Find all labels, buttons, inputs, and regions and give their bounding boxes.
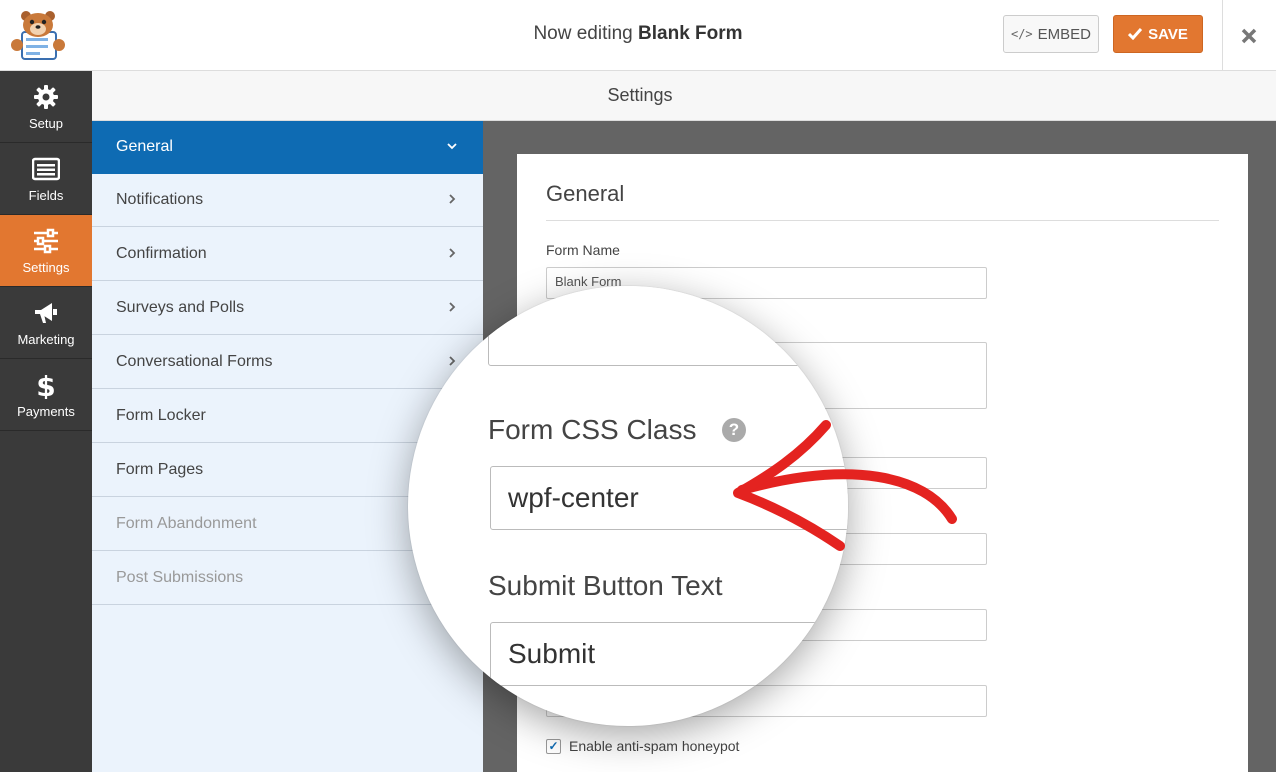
sliders-icon <box>34 228 58 254</box>
megaphone-icon <box>35 303 57 323</box>
honeypot-option: ✓ Enable anti-spam honeypot <box>546 737 739 755</box>
panel-item-general[interactable]: General <box>92 121 483 174</box>
code-icon: </> <box>1010 27 1033 41</box>
sidebar-item-setup[interactable]: Setup <box>0 71 92 143</box>
panel-item-confirmation[interactable]: Confirmation <box>92 228 483 281</box>
top-header: Now editing Blank Form </> EMBED SAVE <box>0 0 1276 71</box>
zoom-magnifier: Form CSS Class ? wpf-center Submit Butto… <box>408 286 848 726</box>
settings-header: Settings <box>92 71 1276 121</box>
zoomed-description-field <box>488 286 848 366</box>
close-button[interactable] <box>1222 0 1276 71</box>
question-icon[interactable]: ? <box>722 418 746 442</box>
sidebar-item-payments[interactable]: $ Payments <box>0 359 92 431</box>
builder-sidebar: Setup Fields Settings Marketing $ Paymen… <box>0 71 92 772</box>
section-title: General <box>546 181 625 206</box>
close-icon <box>1241 28 1257 43</box>
zoomed-css-class-value: wpf-center <box>508 482 639 513</box>
gear-icon <box>34 85 58 109</box>
embed-button[interactable]: </> EMBED <box>1003 15 1099 53</box>
zoomed-submit-text-label: Submit Button Text <box>488 570 723 601</box>
fields-list-icon <box>32 157 60 181</box>
save-button[interactable]: SAVE <box>1113 15 1203 53</box>
chevron-right-icon <box>449 194 456 204</box>
zoomed-submit-text-value: Submit <box>508 638 596 669</box>
chevron-down-icon <box>447 143 457 150</box>
chevron-right-icon <box>449 248 456 258</box>
sidebar-item-marketing[interactable]: Marketing <box>0 287 92 359</box>
sidebar-item-fields[interactable]: Fields <box>0 143 92 215</box>
sidebar-item-settings[interactable]: Settings <box>0 215 92 287</box>
honeypot-checkbox[interactable]: ✓ <box>546 738 561 754</box>
form-name: Blank Form <box>638 23 743 44</box>
form-name-label: Form Name <box>546 242 620 258</box>
svg-text:$: $ <box>36 371 55 399</box>
zoomed-css-class-label: Form CSS Class <box>488 414 697 445</box>
checkmark-icon <box>1128 28 1143 40</box>
panel-item-notifications[interactable]: Notifications <box>92 174 483 227</box>
section-divider <box>546 220 1219 221</box>
dollar-icon: $ <box>36 371 55 399</box>
